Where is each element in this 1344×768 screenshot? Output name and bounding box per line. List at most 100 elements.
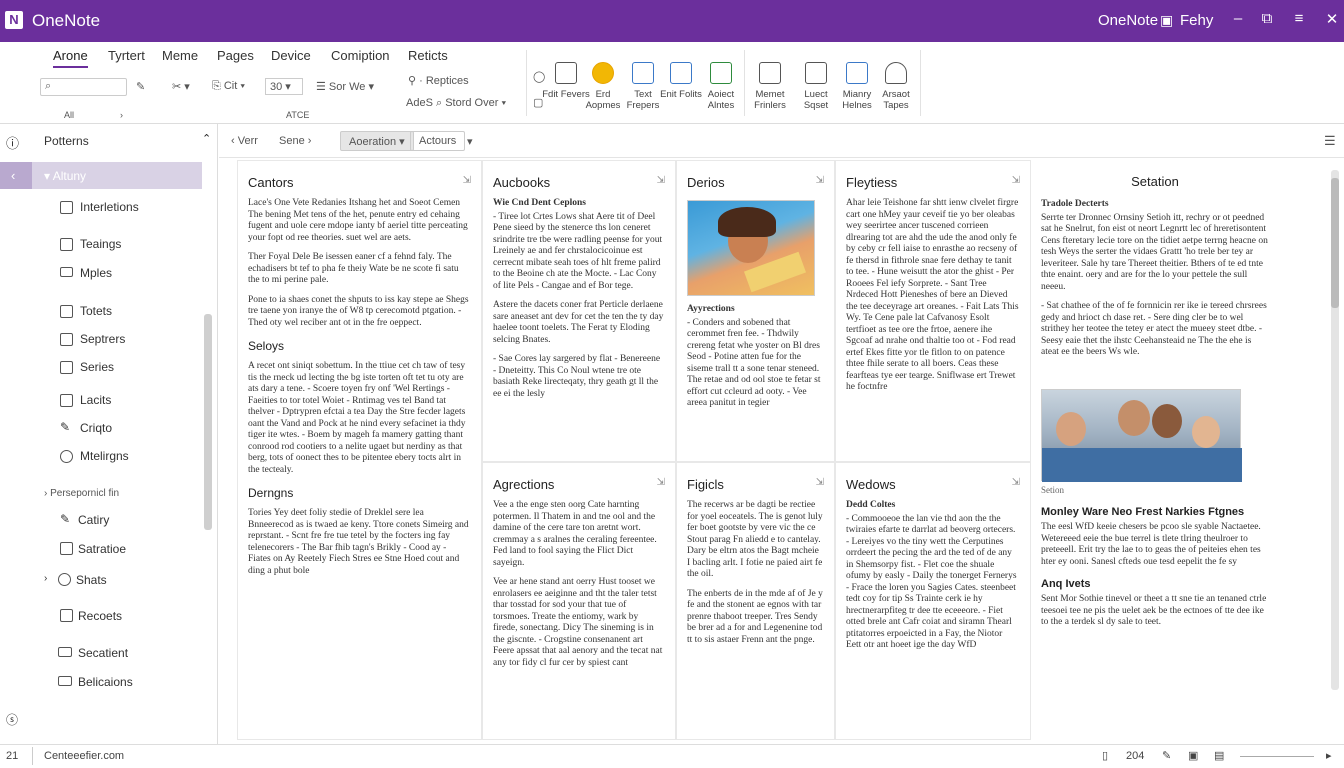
nav-item[interactable]: Series <box>80 360 114 374</box>
tab-meme[interactable]: Meme <box>162 48 198 63</box>
note-card[interactable]: Fleytiess ⇲ Ahar leie Teishone far shtt … <box>835 160 1031 462</box>
group-label-atce: ATCE <box>286 110 310 120</box>
photo-group-meeting[interactable] <box>1041 388 1242 482</box>
nav-item[interactable]: Criqto <box>80 421 112 435</box>
restore-icon[interactable]: ⧉ <box>1257 10 1277 27</box>
nav-item[interactable]: Mtelirgns <box>80 449 129 463</box>
card-text: - Conders and sobened that cerommet fren… <box>687 317 821 409</box>
layout-icon[interactable]: ▤ <box>1214 749 1224 762</box>
tab-arone[interactable]: Arone <box>53 48 88 68</box>
scrollbar[interactable] <box>204 314 212 530</box>
nav-section-header[interactable]: › Persepornicl fin <box>44 488 119 499</box>
grid-icon <box>60 542 73 555</box>
nav-item[interactable]: Interletions <box>80 200 139 214</box>
note-card[interactable]: Figicls ⇲ The recerws ar be dagti be rec… <box>676 462 835 740</box>
tab-comiption[interactable]: Comiption <box>331 48 390 63</box>
chevron-down-icon[interactable]: ▾ <box>467 135 473 148</box>
card-title: Figicls <box>687 477 724 492</box>
replace-button[interactable]: ⚲ · Reptices <box>408 74 469 87</box>
tab-reticts[interactable]: Reticts <box>408 48 448 63</box>
zoom-level[interactable]: 204 <box>1126 750 1144 762</box>
expand-icon[interactable]: ⇲ <box>1012 477 1020 488</box>
card-text: - Tiree lot Crtes Lows shat Aere tit of … <box>493 211 663 291</box>
card-text: Vee ar hene stand ant oerry Hust tooset … <box>493 577 663 668</box>
back-button[interactable]: ‹ Verr <box>231 135 258 147</box>
group-expand-icon[interactable]: › <box>120 110 123 120</box>
expand-icon[interactable]: ⇲ <box>816 477 824 488</box>
expand-icon[interactable]: ⇲ <box>816 175 824 186</box>
cut-button[interactable]: ⎘ Cit ▾ <box>212 80 245 93</box>
note-card[interactable]: Agrections ⇲ Vee a the enge sten oorg Ca… <box>482 462 676 740</box>
pen-icon: ✎ <box>60 512 71 526</box>
section-title: Anq Ivets <box>1041 578 1091 590</box>
pen-icon[interactable]: ✎ <box>1162 749 1171 762</box>
card-title: Derios <box>687 175 725 190</box>
expand-icon[interactable]: ⇲ <box>657 175 665 186</box>
nav-item[interactable]: Belicaions <box>78 675 133 689</box>
nav-item[interactable]: Septrers <box>80 332 125 346</box>
note-card[interactable]: Cantors ⇲ Lace's One Vete Redanies Itsha… <box>237 160 482 740</box>
add-button[interactable]: AdeS ⌕ Stord Over ▾ <box>406 97 506 110</box>
card-text: Serrte ter Dronnec Ornsiny Setioh itt, r… <box>1041 212 1268 292</box>
info-icon[interactable]: ⓘ <box>6 133 19 152</box>
photo-child-reading[interactable] <box>687 200 815 296</box>
clipboard-icon[interactable]: ▯ <box>1102 749 1108 762</box>
search-input[interactable]: ⌕ <box>40 78 127 96</box>
expand-icon[interactable]: ⇲ <box>463 175 471 186</box>
close-icon[interactable]: ✕ <box>1322 10 1342 28</box>
card-text: - Commooeoe the lan vie thd aon the the … <box>846 513 1017 651</box>
tab-tyrtert[interactable]: Tyrtert <box>108 48 145 63</box>
expand-icon[interactable]: ⇲ <box>1012 175 1020 186</box>
tab-device[interactable]: Device <box>271 48 311 63</box>
note-card[interactable]: Setation Tradole Decterts Serrte ter Dro… <box>1031 160 1279 740</box>
nav-item[interactable]: Satratioe <box>78 542 126 556</box>
back-arrow-icon[interactable]: ‹ <box>11 168 15 183</box>
nav-item[interactable]: Catiry <box>78 513 109 527</box>
breadcrumb[interactable]: Sene › <box>279 135 311 147</box>
note-card[interactable]: Derios ⇲ Ayyrections - Conders and soben… <box>676 160 835 462</box>
tapes-button[interactable]: Arsaot Tapes <box>872 62 920 111</box>
attachment-icon <box>710 62 732 84</box>
attach-button[interactable]: Aoiect Alntes <box>697 62 745 111</box>
minimize-icon[interactable]: – <box>1228 10 1248 27</box>
nav-item[interactable]: Mples <box>80 266 112 280</box>
note-card[interactable]: Wedows ⇲ Dedd Coltes - Commooeoe the lan… <box>835 462 1031 740</box>
warning-icon <box>885 62 907 84</box>
card-text: - Sat chathee of the of fe fornnicin rer… <box>1041 301 1267 357</box>
member-button[interactable]: Memet Frinlers <box>746 62 794 111</box>
pen-icon[interactable]: ✎ <box>136 80 145 93</box>
tab-pages[interactable]: Pages <box>217 48 254 63</box>
nav-item[interactable]: Teaings <box>80 237 121 251</box>
font-size-select[interactable]: 30 ▾ <box>265 78 303 95</box>
menu-icon[interactable]: ≡ <box>1289 10 1309 27</box>
nav-item[interactable]: Lacits <box>80 393 111 407</box>
sort-button[interactable]: ☰ Sor We ▾ <box>316 80 374 93</box>
nav-item[interactable]: Secatient <box>78 646 128 660</box>
help-icon[interactable]: ⓢ <box>6 711 18 728</box>
nav-item[interactable]: Shats <box>76 573 107 587</box>
note-card[interactable]: Aucbooks ⇲ Wie Cnd Dent Ceplons - Tiree … <box>482 160 676 462</box>
scroll-right-icon[interactable]: ▸ <box>1326 749 1332 762</box>
nav-item[interactable]: Totets <box>80 304 112 318</box>
card-subtitle: Dedd Coltes <box>846 500 896 510</box>
actions-button[interactable]: Actours <box>410 131 466 151</box>
view-dropdown[interactable]: Aoeration ▾ <box>340 131 414 151</box>
expand-icon[interactable]: › <box>44 573 47 584</box>
nav-item[interactable]: Recoets <box>78 609 122 623</box>
scissors-icon[interactable]: ✂ ▾ <box>172 80 190 93</box>
card-title: Agrections <box>493 477 555 492</box>
clock-icon <box>58 573 71 586</box>
list-icon[interactable]: ☰ <box>1324 133 1336 149</box>
card-title: Aucbooks <box>493 175 551 190</box>
collapse-icon[interactable]: ⌃ <box>202 132 211 145</box>
zoom-slider[interactable] <box>1240 756 1314 757</box>
card-text: Tories Yey deet foliy stedie of Dreklel … <box>248 508 469 576</box>
page-icon <box>60 609 73 622</box>
main-scrollbar[interactable] <box>1331 170 1339 690</box>
onenote-logo-icon: N <box>5 11 23 29</box>
user-name[interactable]: Fehy <box>1180 12 1213 29</box>
expand-icon[interactable]: ⇲ <box>657 477 665 488</box>
circle-icon <box>60 450 73 463</box>
page-view-icon[interactable]: ▣ <box>1188 749 1198 762</box>
notebook-icon[interactable]: ▣ <box>1160 12 1173 29</box>
